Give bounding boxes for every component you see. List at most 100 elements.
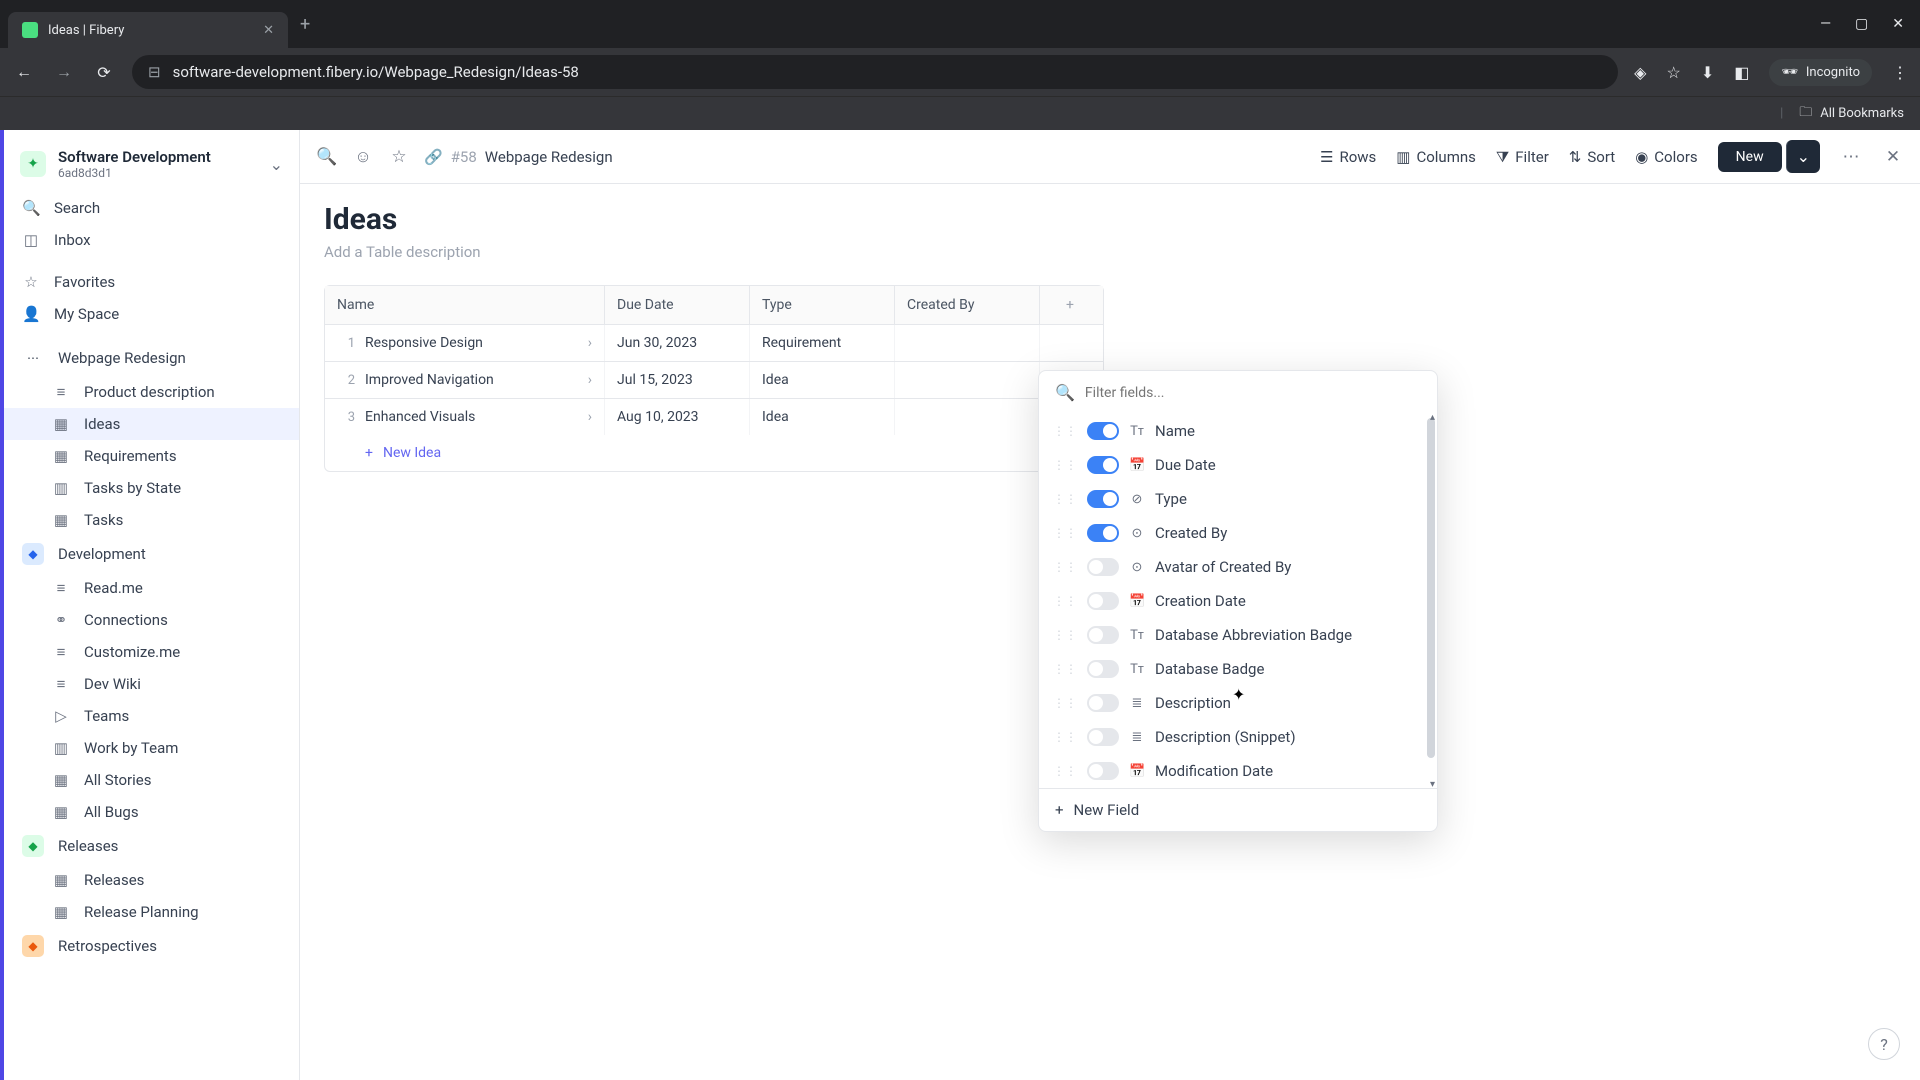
field-item[interactable]: ⋮⋮ Tᴛ Database Badge <box>1039 652 1437 686</box>
drag-handle-icon[interactable]: ⋮⋮ <box>1053 764 1077 778</box>
workspace-switcher[interactable]: ✦ Software Development 6ad8d3d1 ⌄ <box>4 142 299 192</box>
cell-name[interactable]: 3 Enhanced Visuals › <box>325 399 605 435</box>
field-toggle[interactable] <box>1087 626 1119 644</box>
drag-handle-icon[interactable]: ⋮⋮ <box>1053 662 1077 676</box>
sort-button[interactable]: ⇅Sort <box>1569 148 1615 166</box>
column-header-type[interactable]: Type <box>750 286 895 324</box>
column-header-name[interactable]: Name <box>325 286 605 324</box>
field-item[interactable]: ⋮⋮ 📅 Due Date <box>1039 448 1437 482</box>
field-toggle[interactable] <box>1087 524 1119 542</box>
cell-type[interactable]: Idea <box>750 399 895 435</box>
scroll-up-icon[interactable]: ▴ <box>1430 414 1435 423</box>
page-description[interactable]: Add a Table description <box>324 243 1896 261</box>
drag-handle-icon[interactable]: ⋮⋮ <box>1053 730 1077 744</box>
field-filter-search[interactable]: 🔍 <box>1039 371 1437 414</box>
scrollbar[interactable] <box>1427 418 1435 758</box>
incognito-badge[interactable]: 🕶 Incognito <box>1769 59 1872 86</box>
all-bookmarks-button[interactable]: All Bookmarks <box>1820 106 1904 121</box>
field-filter-input[interactable] <box>1085 385 1421 401</box>
cell-due-date[interactable]: Jul 15, 2023 <box>605 362 750 398</box>
drag-handle-icon[interactable]: ⋮⋮ <box>1053 560 1077 574</box>
drag-handle-icon[interactable]: ⋮⋮ <box>1053 526 1077 540</box>
sidebar-space-header[interactable]: ◆Retrospectives <box>4 928 299 964</box>
extensions-icon[interactable]: ◈ <box>1634 63 1646 82</box>
cell-due-date[interactable]: Aug 10, 2023 <box>605 399 750 435</box>
table-row[interactable]: 1 Responsive Design › Jun 30, 2023 Requi… <box>325 325 1103 362</box>
close-icon[interactable]: ✕ <box>263 23 274 38</box>
downloads-icon[interactable]: ⬇ <box>1701 63 1714 82</box>
cell-name[interactable]: 1 Responsive Design › <box>325 325 605 361</box>
cell-due-date[interactable]: Jun 30, 2023 <box>605 325 750 361</box>
site-info-icon[interactable]: ⊟ <box>148 63 161 81</box>
drag-handle-icon[interactable]: ⋮⋮ <box>1053 696 1077 710</box>
field-item[interactable]: ⋮⋮ 📅 Modification Date <box>1039 754 1437 788</box>
cell-type[interactable]: Requirement <box>750 325 895 361</box>
new-row-button[interactable]: + New Idea <box>325 435 1103 471</box>
scroll-down-icon[interactable]: ▾ <box>1430 779 1435 788</box>
cell-name[interactable]: 2 Improved Navigation › <box>325 362 605 398</box>
sidebar-space-header[interactable]: ⋯Webpage Redesign <box>4 340 299 376</box>
field-toggle[interactable] <box>1087 660 1119 678</box>
sidebar-favorites[interactable]: ☆ Favorites <box>4 266 299 298</box>
cell-created-by[interactable] <box>895 325 1040 361</box>
sidebar-view-item[interactable]: ▦Ideas <box>4 408 299 440</box>
field-toggle[interactable] <box>1087 762 1119 780</box>
table-row[interactable]: 3 Enhanced Visuals › Aug 10, 2023 Idea <box>325 399 1103 435</box>
star-icon[interactable]: ☆ <box>388 147 410 167</box>
breadcrumb[interactable]: 🔗 #58 Webpage Redesign <box>424 148 613 166</box>
sidebar-view-item[interactable]: ≡Dev Wiki <box>4 668 299 700</box>
reload-icon[interactable]: ⟳ <box>92 63 116 82</box>
sidebar-view-item[interactable]: ≡Customize.me <box>4 636 299 668</box>
field-item[interactable]: ⋮⋮ Tᴛ Name <box>1039 414 1437 448</box>
drag-handle-icon[interactable]: ⋮⋮ <box>1053 594 1077 608</box>
colors-button[interactable]: ◉Colors <box>1635 148 1697 166</box>
filter-button[interactable]: ⧩Filter <box>1496 148 1549 166</box>
minimize-icon[interactable]: — <box>1820 16 1831 32</box>
sidebar-search[interactable]: 🔍 Search <box>4 192 299 224</box>
new-field-button[interactable]: + New Field <box>1039 788 1437 831</box>
field-toggle[interactable] <box>1087 558 1119 576</box>
sidebar-view-item[interactable]: ≡Product description <box>4 376 299 408</box>
sidebar-view-item[interactable]: ▷Teams <box>4 700 299 732</box>
forward-icon[interactable]: → <box>52 62 76 82</box>
back-icon[interactable]: ← <box>12 62 36 82</box>
column-header-due-date[interactable]: Due Date <box>605 286 750 324</box>
sidebar-space-header[interactable]: ◆Development <box>4 536 299 572</box>
side-panel-icon[interactable]: ◧ <box>1734 63 1749 82</box>
table-row[interactable]: 2 Improved Navigation › Jul 15, 2023 Ide… <box>325 362 1103 399</box>
close-window-icon[interactable]: ✕ <box>1892 16 1904 32</box>
field-toggle[interactable] <box>1087 694 1119 712</box>
new-tab-button[interactable]: + <box>288 6 322 43</box>
page-title[interactable]: Ideas <box>324 202 1896 237</box>
field-item[interactable]: ⋮⋮ ≣ Description <box>1039 686 1437 720</box>
field-toggle[interactable] <box>1087 422 1119 440</box>
browser-tab[interactable]: Ideas | Fibery ✕ <box>8 12 288 48</box>
sidebar-view-item[interactable]: ▦Releases <box>4 864 299 896</box>
field-toggle[interactable] <box>1087 592 1119 610</box>
field-list[interactable]: ▴ ▾ ⋮⋮ Tᴛ Name ⋮⋮ 📅 Due Date ⋮⋮ ⊘ Type ⋮… <box>1039 414 1437 788</box>
drag-handle-icon[interactable]: ⋮⋮ <box>1053 458 1077 472</box>
field-item[interactable]: ⋮⋮ 📅 Creation Date <box>1039 584 1437 618</box>
field-item[interactable]: ⋮⋮ Tᴛ Database Abbreviation Badge <box>1039 618 1437 652</box>
column-header-created-by[interactable]: Created By <box>895 286 1040 324</box>
sidebar-space-header[interactable]: ◆Releases <box>4 828 299 864</box>
rows-button[interactable]: ☰Rows <box>1320 148 1376 166</box>
bookmark-star-icon[interactable]: ☆ <box>1666 63 1680 82</box>
url-input[interactable]: ⊟ software-development.fibery.io/Webpage… <box>132 55 1618 89</box>
field-toggle[interactable] <box>1087 490 1119 508</box>
sidebar-view-item[interactable]: ▦All Bugs <box>4 796 299 828</box>
sidebar-view-item[interactable]: ▦Tasks <box>4 504 299 536</box>
cell-created-by[interactable] <box>895 362 1040 398</box>
sidebar-view-item[interactable]: ⚭Connections <box>4 604 299 636</box>
sidebar-my-space[interactable]: 👤 My Space <box>4 298 299 330</box>
expand-icon[interactable]: › <box>588 372 592 388</box>
drag-handle-icon[interactable]: ⋮⋮ <box>1053 628 1077 642</box>
cell-type[interactable]: Idea <box>750 362 895 398</box>
field-item[interactable]: ⋮⋮ ⊘ Type <box>1039 482 1437 516</box>
emoji-icon[interactable]: ☺ <box>352 147 374 167</box>
field-item[interactable]: ⋮⋮ ⊙ Avatar of Created By <box>1039 550 1437 584</box>
help-button[interactable]: ? <box>1868 1028 1900 1060</box>
drag-handle-icon[interactable]: ⋮⋮ <box>1053 492 1077 506</box>
maximize-icon[interactable]: ▢ <box>1855 16 1868 32</box>
cell-created-by[interactable] <box>895 399 1040 435</box>
